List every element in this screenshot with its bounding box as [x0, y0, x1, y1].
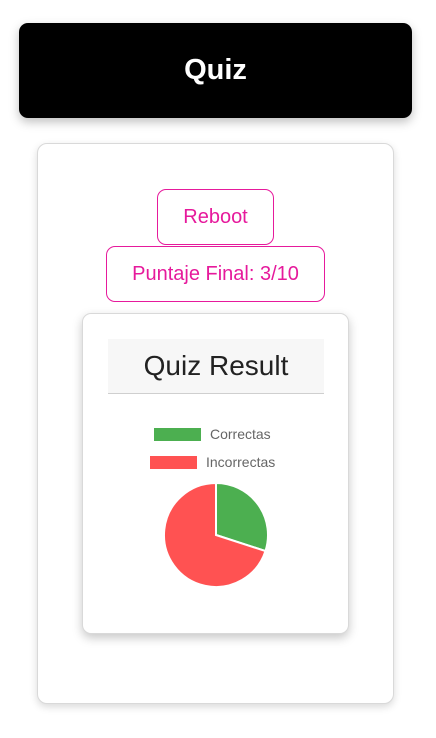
result-header: Quiz Result [108, 339, 324, 394]
legend-item-incorrect[interactable]: Incorrectas [150, 452, 275, 472]
result-title: Quiz Result [143, 350, 289, 381]
legend-label-incorrect: Incorrectas [206, 454, 276, 470]
reboot-button[interactable]: Reboot [157, 189, 274, 245]
legend-item-correct[interactable]: Correctas [154, 424, 271, 444]
legend-swatch-correct [154, 427, 201, 441]
result-pie-chart [163, 481, 269, 588]
app-header: Quiz [19, 23, 412, 118]
app-title: Quiz [184, 54, 247, 86]
legend-label-correct: Correctas [210, 426, 271, 442]
final-score-badge: Puntaje Final: 3/10 [106, 246, 325, 302]
legend-swatch-incorrect [150, 455, 197, 469]
